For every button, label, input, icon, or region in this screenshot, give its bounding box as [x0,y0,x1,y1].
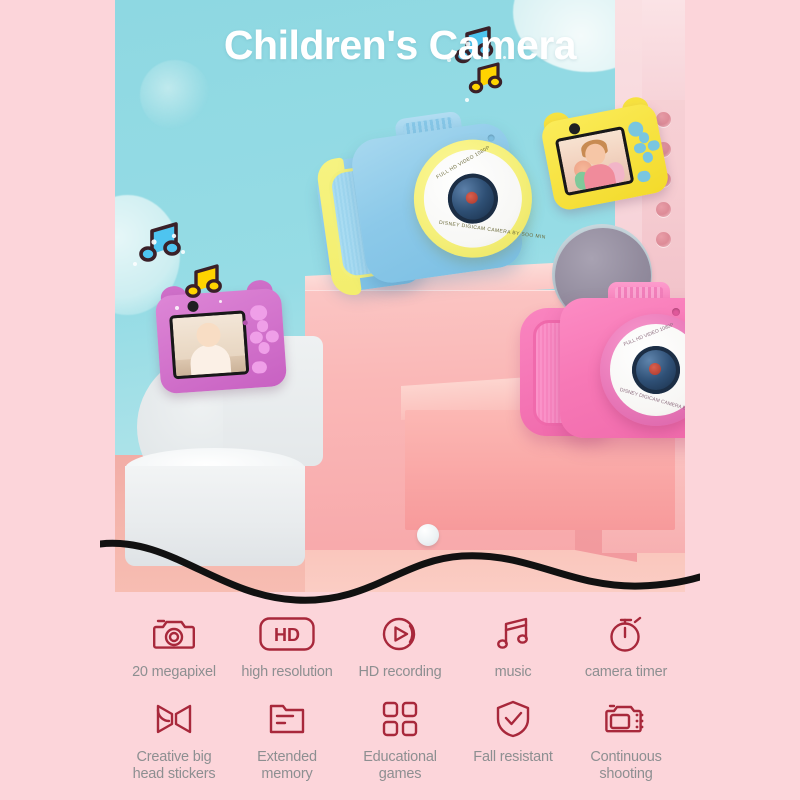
stopwatch-icon [607,612,645,656]
feature-camera-timer: camera timer [570,612,682,681]
feature-label: Educational games [363,749,437,782]
hero-product-photo: FULL HD VIDEO 1080P DISNEY DIGICAM CAMER… [115,0,685,592]
shield-check-icon [496,697,530,741]
page-title: Children's Camera [223,22,577,68]
feature-label: Extended memory [257,749,317,782]
svg-text:HD: HD [274,625,300,645]
feature-label: Continuous shooting [590,749,662,782]
pink-camera-screw [672,308,680,316]
hd-badge-icon: HD [259,612,315,656]
scene-cylinder [125,466,305,566]
feature-extended-memory: Extended memory [231,697,343,783]
feature-high-resolution: HD high resolution [231,612,343,681]
music-note-yellow-icon [183,260,227,304]
feature-creative-stickers: Creative big head stickers [118,697,230,783]
feature-label: HD recording [358,664,442,680]
feature-label: Creative big head stickers [132,749,216,782]
feature-row-2: Creative big head stickers Extended memory [0,697,800,783]
burst-camera-icon [605,697,647,741]
feature-label: 20 megapixel [132,664,216,680]
blue-lens-text-bottom: DISNEY DIGICAM CAMERA BY SOO MIN [438,219,547,241]
purple-camera-screen [169,310,250,380]
feature-list: 20 megapixel HD high resolution HD recor… [0,604,800,800]
music-note-blue-icon [137,218,187,268]
product-blue-camera: FULL HD VIDEO 1080P DISNEY DIGICAM CAMER… [308,96,547,309]
music-note-icon [495,612,531,656]
feature-20-megapixel: 20 megapixel [118,612,230,681]
purple-camera-screen-photo [172,313,247,377]
camera-icon [153,612,195,656]
scene-ball [417,524,439,546]
feature-hd-recording: HD recording [344,612,456,681]
product-page: FULL HD VIDEO 1080P DISNEY DIGICAM CAMER… [0,0,800,800]
feature-fall-resistant: Fall resistant [457,697,569,783]
feature-row-1: 20 megapixel HD high resolution HD recor… [0,612,800,681]
folder-icon [268,697,306,741]
product-pink-camera: FULL HD VIDEO 1080P DISNEY DIGICAM CAMER… [520,278,685,448]
feature-label: Fall resistant [473,749,553,765]
pink-lens-text-top: FULL HD VIDEO 1080P [622,322,675,348]
feature-continuous-shooting: Continuous shooting [570,697,682,783]
feature-label: camera timer [584,664,668,680]
feature-label: high resolution [241,664,333,680]
wall-blob [140,60,210,130]
sticker-bowtie-icon [154,697,194,741]
play-circle-icon [380,612,420,656]
feature-educational-games: Educational games [344,697,456,783]
feature-label: music [494,664,532,680]
grid-four-icon [382,697,418,741]
yellow-camera-screen-photo [558,129,631,193]
pink-camera-lens [632,346,680,394]
feature-music: music [457,612,569,681]
